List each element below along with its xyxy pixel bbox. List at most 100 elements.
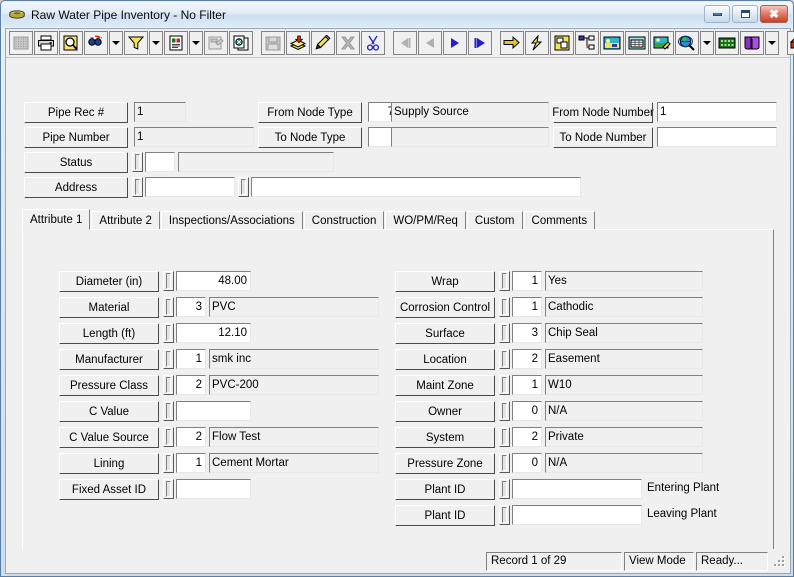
location-label[interactable]: Location (395, 349, 495, 370)
calendar-icon[interactable] (625, 31, 649, 55)
print-preview-icon[interactable] (59, 31, 83, 55)
from-node-type-label[interactable]: From Node Type (258, 102, 362, 123)
pressure-class-code-field[interactable]: 2 (176, 375, 206, 395)
pipe-rec-field[interactable]: 1 (134, 102, 186, 122)
lining-spinner[interactable] (163, 453, 174, 473)
report-icon[interactable] (164, 31, 188, 55)
cut-icon[interactable] (361, 31, 385, 55)
find-icon[interactable] (84, 31, 108, 55)
corrosion-control-spinner[interactable] (499, 297, 510, 317)
from-node-number-label[interactable]: From Node Number (552, 102, 654, 123)
tab-comments[interactable]: Comments (523, 211, 596, 230)
address-label[interactable]: Address (24, 177, 128, 198)
find-dropdown[interactable] (109, 31, 123, 55)
filter-dropdown[interactable] (149, 31, 163, 55)
location-spinner[interactable] (499, 349, 510, 369)
to-node-number-field[interactable] (657, 127, 777, 147)
plant-id-leaving-field[interactable] (512, 505, 642, 525)
pressure-zone-label[interactable]: Pressure Zone (395, 453, 495, 474)
form-design-icon[interactable] (204, 31, 228, 55)
wrap-code-field[interactable]: 1 (512, 271, 542, 291)
lining-label[interactable]: Lining (59, 453, 159, 474)
diameter-spinner[interactable] (163, 271, 174, 291)
copy-record-icon[interactable] (229, 31, 253, 55)
first-record-icon[interactable] (393, 31, 417, 55)
quick-action-icon[interactable] (525, 31, 549, 55)
manufacturer-label[interactable]: Manufacturer (59, 349, 159, 370)
help-book-icon[interactable] (740, 31, 764, 55)
c-value-source-spinner[interactable] (163, 427, 174, 447)
plant-id-leaving-spinner[interactable] (499, 505, 510, 525)
length-spinner[interactable] (163, 323, 174, 343)
tab-attribute-1[interactable]: Attribute 1 (22, 209, 91, 230)
print-icon[interactable] (34, 31, 58, 55)
exit-icon[interactable] (787, 31, 794, 55)
maint-zone-spinner[interactable] (499, 375, 510, 395)
manufacturer-code-field[interactable]: 1 (176, 349, 206, 369)
delete-icon[interactable] (336, 31, 360, 55)
from-node-number-field[interactable]: 1 (657, 102, 777, 122)
surface-label[interactable]: Surface (395, 323, 495, 344)
wrap-label[interactable]: Wrap (395, 271, 495, 292)
maint-zone-label[interactable]: Maint Zone (395, 375, 495, 396)
close-button[interactable]: ✖ (760, 5, 788, 23)
system-code-field[interactable]: 2 (512, 427, 542, 447)
maint-zone-code-field[interactable]: 1 (512, 375, 542, 395)
edit-icon[interactable] (311, 31, 335, 55)
report-dropdown[interactable] (189, 31, 203, 55)
plant-id-entering-spinner[interactable] (499, 479, 510, 499)
grid-view-icon[interactable] (9, 31, 33, 55)
corrosion-control-label[interactable]: Corrosion Control (395, 297, 495, 318)
save-icon[interactable] (261, 31, 285, 55)
pressure-zone-spinner[interactable] (499, 453, 510, 473)
pipe-number-label[interactable]: Pipe Number (24, 127, 128, 148)
tab-construction[interactable]: Construction (303, 211, 385, 230)
add-record-icon[interactable] (286, 31, 310, 55)
pipe-number-field[interactable]: 1 (134, 127, 254, 147)
owner-code-field[interactable]: 0 (512, 401, 542, 421)
web-search-icon[interactable] (675, 31, 699, 55)
previous-record-icon[interactable] (418, 31, 442, 55)
minimize-button[interactable] (704, 5, 730, 23)
address-number-spinner[interactable] (132, 177, 143, 197)
status-label[interactable]: Status (24, 152, 128, 173)
manufacturer-spinner[interactable] (163, 349, 174, 369)
wrap-spinner[interactable] (499, 271, 510, 291)
tab-attribute-2[interactable]: Attribute 2 (91, 211, 160, 230)
diameter-label[interactable]: Diameter (in) (59, 271, 159, 292)
material-code-field[interactable]: 3 (176, 297, 206, 317)
fixed-asset-id-field[interactable] (176, 479, 251, 499)
address-street-spinner[interactable] (238, 177, 249, 197)
system-label[interactable]: System (395, 427, 495, 448)
status-spinner[interactable] (132, 152, 143, 172)
c-value-source-code-field[interactable]: 2 (176, 427, 206, 447)
to-node-number-label[interactable]: To Node Number (553, 127, 653, 148)
fixed-asset-id-label[interactable]: Fixed Asset ID (59, 479, 159, 500)
length-field[interactable]: 12.10 (176, 323, 251, 343)
keypad-icon[interactable] (715, 31, 739, 55)
maximize-button[interactable] (732, 5, 758, 23)
location-code-field[interactable]: 2 (512, 349, 542, 369)
material-spinner[interactable] (163, 297, 174, 317)
c-value-field[interactable] (176, 401, 251, 421)
lining-code-field[interactable]: 1 (176, 453, 206, 473)
corrosion-control-code-field[interactable]: 1 (512, 297, 542, 317)
tab-custom[interactable]: Custom (466, 211, 523, 230)
c-value-source-label[interactable]: C Value Source (59, 427, 159, 448)
hierarchy-icon[interactable] (575, 31, 599, 55)
owner-label[interactable]: Owner (395, 401, 495, 422)
image-edit-icon[interactable] (650, 31, 674, 55)
c-value-label[interactable]: C Value (59, 401, 159, 422)
map-view-icon[interactable] (600, 31, 624, 55)
c-value-spinner[interactable] (163, 401, 174, 421)
pressure-zone-code-field[interactable]: 0 (512, 453, 542, 473)
web-dropdown[interactable] (700, 31, 714, 55)
plant-id-leaving-label[interactable]: Plant ID (395, 505, 495, 526)
address-number-field[interactable] (145, 177, 235, 197)
diameter-field[interactable]: 48.00 (176, 271, 251, 291)
resize-grip[interactable] (772, 554, 786, 568)
length-label[interactable]: Length (ft) (59, 323, 159, 344)
tab-inspections-associations[interactable]: Inspections/Associations (160, 211, 303, 230)
plant-id-entering-field[interactable] (512, 479, 642, 499)
material-label[interactable]: Material (59, 297, 159, 318)
